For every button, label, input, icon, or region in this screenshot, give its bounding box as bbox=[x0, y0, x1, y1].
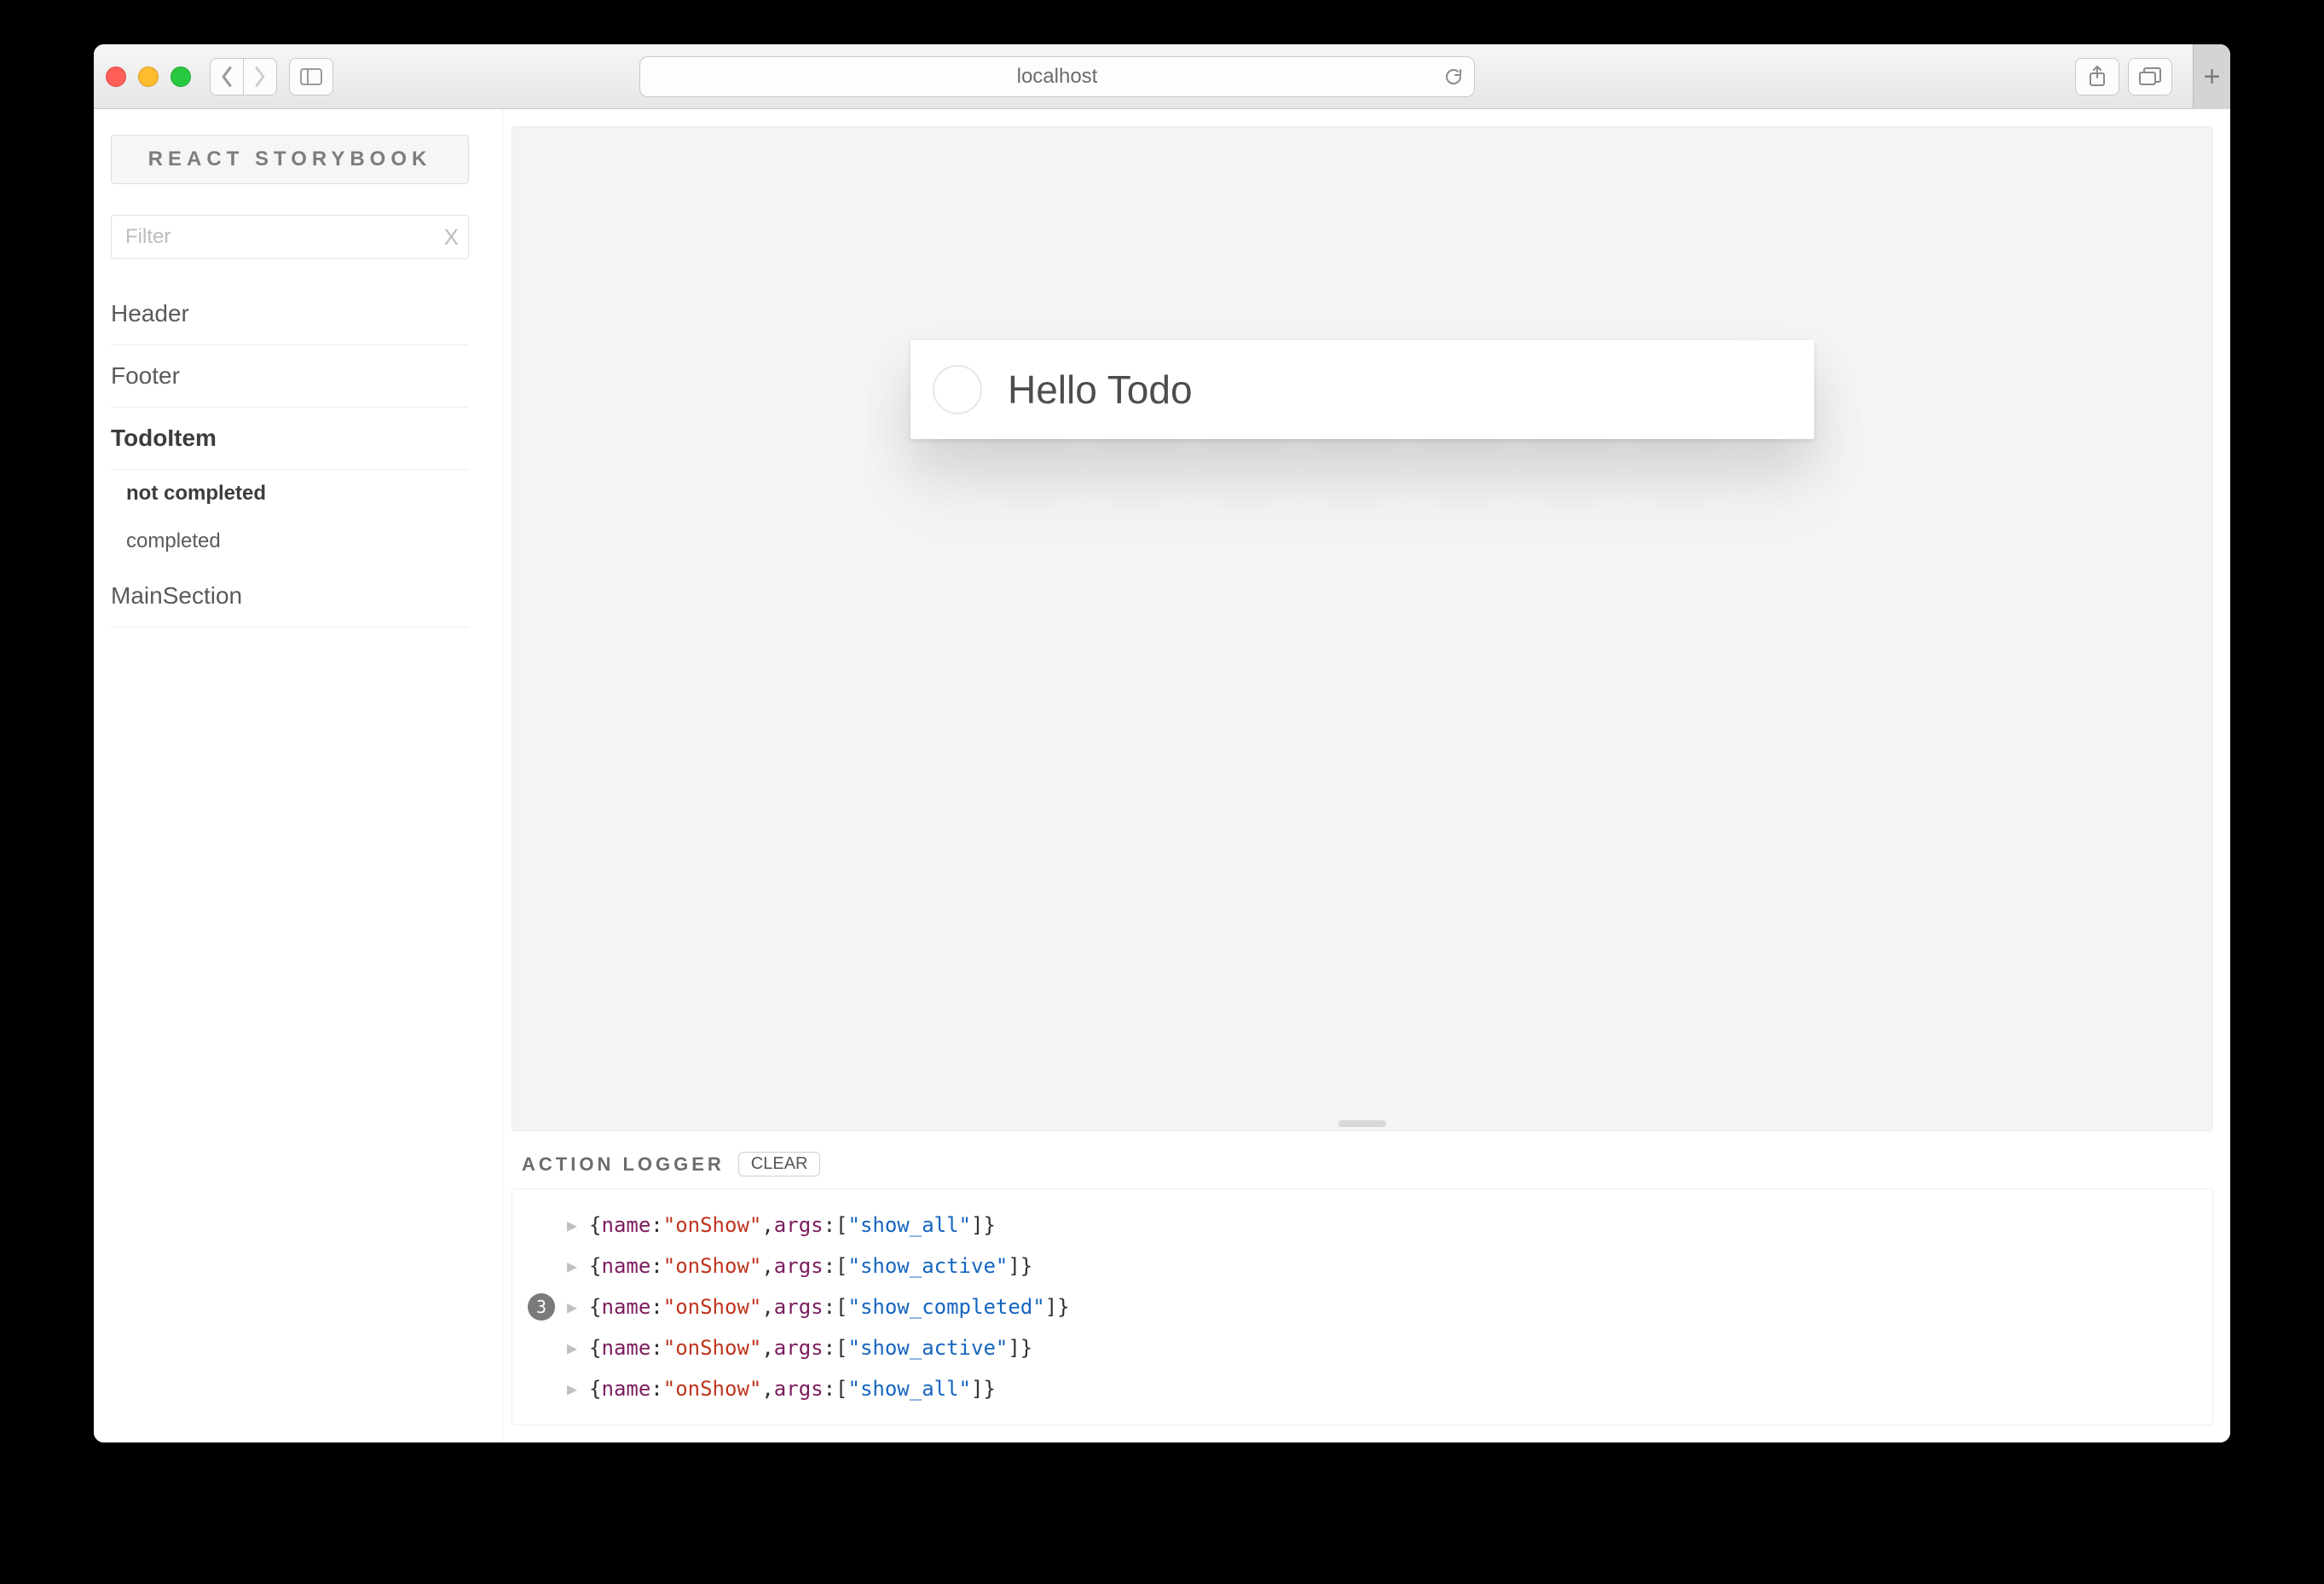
new-tab-button[interactable]: + bbox=[2193, 44, 2230, 109]
tabs-icon bbox=[2139, 67, 2161, 86]
vertical-resize-handle[interactable] bbox=[1338, 1120, 1386, 1127]
share-button[interactable] bbox=[2075, 58, 2119, 95]
chevron-right-icon bbox=[252, 66, 268, 88]
tabs-button[interactable] bbox=[2128, 58, 2172, 95]
log-entry[interactable]: ▶ {name:"onShow",args:["show_all"]} bbox=[528, 1368, 2197, 1409]
disclosure-triangle-icon[interactable]: ▶ bbox=[567, 1290, 577, 1324]
todo-toggle-checkbox[interactable] bbox=[933, 365, 982, 414]
address-text: localhost bbox=[1017, 65, 1098, 89]
action-logger-panel: ACTION LOGGER CLEAR ▶ {name:"onShow",args… bbox=[512, 1147, 2213, 1425]
log-code: {name:"onShow",args:["show_completed"]} bbox=[589, 1286, 1070, 1327]
app-content: REACT STORYBOOK X HeaderFooterTodoItemno… bbox=[94, 109, 2230, 1442]
log-code: {name:"onShow",args:["show_active"]} bbox=[589, 1327, 1032, 1368]
kind-item[interactable]: TodoItem bbox=[111, 408, 469, 470]
sidebar-icon bbox=[300, 68, 322, 85]
todo-label: Hello Todo bbox=[1008, 367, 1193, 413]
log-count-badge: 3 bbox=[528, 1293, 555, 1321]
disclosure-triangle-icon[interactable]: ▶ bbox=[567, 1249, 577, 1283]
sidebar-toggle-button[interactable] bbox=[289, 58, 333, 95]
storybook-sidebar: REACT STORYBOOK X HeaderFooterTodoItemno… bbox=[94, 109, 503, 1442]
kind-item[interactable]: Header bbox=[111, 283, 469, 345]
kind-item[interactable]: MainSection bbox=[111, 565, 469, 627]
preview-area: Hello Todo bbox=[512, 126, 2213, 1131]
forward-button[interactable] bbox=[244, 58, 277, 95]
filter-input[interactable] bbox=[111, 215, 469, 259]
main-panel: Hello Todo ACTION LOGGER CLEAR ▶ {name:"o… bbox=[503, 109, 2230, 1442]
browser-titlebar: localhost bbox=[94, 44, 2230, 109]
reload-icon bbox=[1443, 66, 1464, 87]
log-entry[interactable]: ▶ {name:"onShow",args:["show_active"]} bbox=[528, 1327, 2197, 1368]
disclosure-triangle-icon[interactable]: ▶ bbox=[567, 1372, 577, 1406]
story-item[interactable]: completed bbox=[126, 517, 469, 565]
address-bar[interactable]: localhost bbox=[639, 56, 1475, 97]
action-logger-title: ACTION LOGGER bbox=[522, 1153, 725, 1176]
reload-button[interactable] bbox=[1443, 66, 1464, 87]
log-code: {name:"onShow",args:["show_all"]} bbox=[589, 1368, 996, 1409]
log-code: {name:"onShow",args:["show_active"]} bbox=[589, 1246, 1032, 1286]
action-logger-clear-button[interactable]: CLEAR bbox=[738, 1152, 821, 1176]
window-controls bbox=[106, 66, 191, 87]
log-entry[interactable]: 3 ▶ {name:"onShow",args:["show_completed"]… bbox=[528, 1286, 2197, 1327]
kind-item[interactable]: Footer bbox=[111, 345, 469, 408]
storybook-title[interactable]: REACT STORYBOOK bbox=[111, 135, 469, 184]
stories-list: not completedcompleted bbox=[111, 470, 469, 565]
browser-window: localhost bbox=[94, 44, 2230, 1442]
zoom-window-button[interactable] bbox=[171, 66, 191, 87]
filter-clear-button[interactable]: X bbox=[444, 215, 459, 259]
share-icon bbox=[2088, 66, 2107, 88]
kinds-list: HeaderFooterTodoItemnot completedcomplet… bbox=[111, 283, 469, 627]
log-entry[interactable]: ▶ {name:"onShow",args:["show_active"]} bbox=[528, 1246, 2197, 1286]
todo-item: Hello Todo bbox=[911, 340, 1814, 439]
close-window-button[interactable] bbox=[106, 66, 126, 87]
minimize-window-button[interactable] bbox=[138, 66, 159, 87]
disclosure-triangle-icon[interactable]: ▶ bbox=[567, 1208, 577, 1242]
chevron-left-icon bbox=[219, 66, 234, 88]
nav-back-forward-group bbox=[210, 58, 277, 95]
action-logger-list: ▶ {name:"onShow",args:["show_all"]} ▶ {name… bbox=[512, 1188, 2213, 1425]
log-entry[interactable]: ▶ {name:"onShow",args:["show_all"]} bbox=[528, 1205, 2197, 1246]
back-button[interactable] bbox=[210, 58, 244, 95]
disclosure-triangle-icon[interactable]: ▶ bbox=[567, 1331, 577, 1365]
log-code: {name:"onShow",args:["show_all"]} bbox=[589, 1205, 996, 1246]
plus-icon: + bbox=[2204, 61, 2221, 94]
story-item[interactable]: not completed bbox=[126, 470, 469, 517]
